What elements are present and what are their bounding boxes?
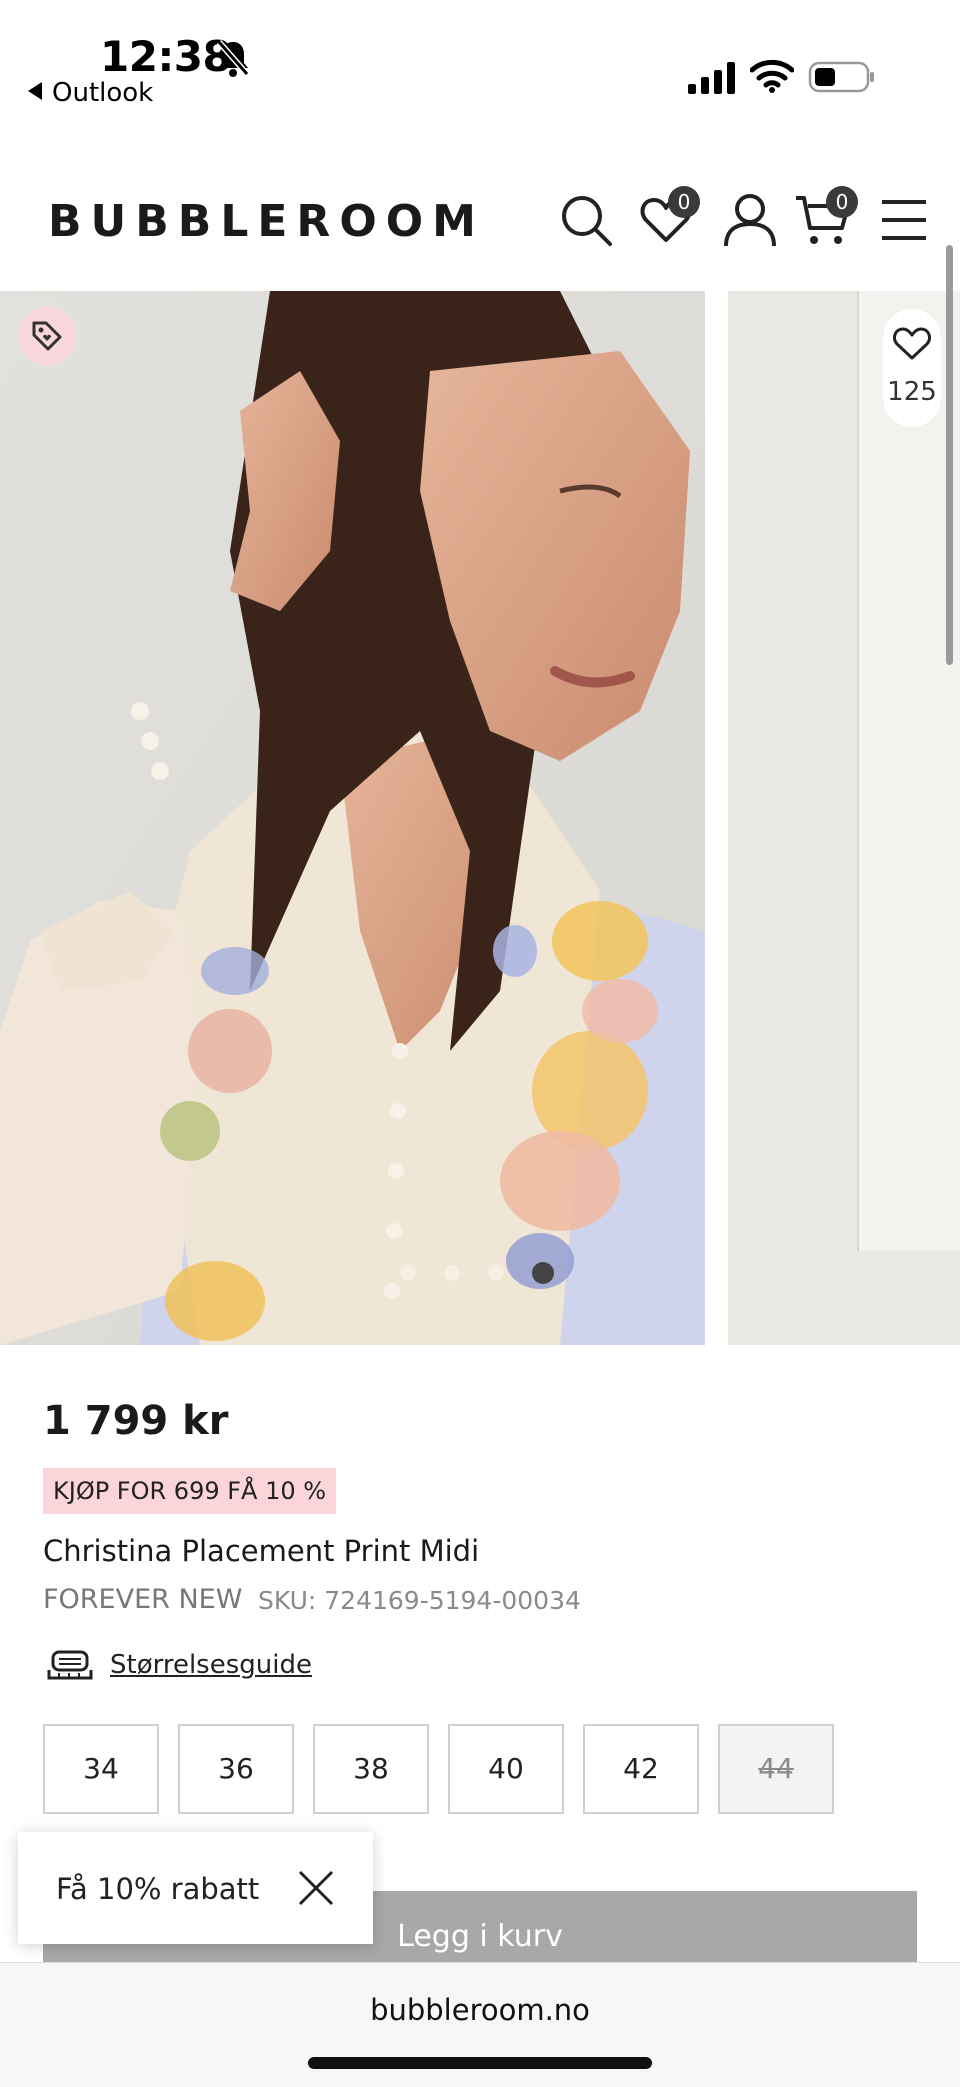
wishlist-count-badge: 0 <box>668 186 700 218</box>
wishlist-button[interactable]: 0 <box>636 186 708 254</box>
size-guide-link[interactable]: Størrelsesguide <box>110 1650 312 1680</box>
product-photo <box>0 291 705 1345</box>
pagination-dot-active[interactable] <box>532 1262 554 1284</box>
product-price: 1 799 kr <box>43 1398 229 1444</box>
size-option[interactable]: 38 <box>313 1724 429 1814</box>
cart-button[interactable]: 0 <box>792 186 864 254</box>
size-option-sold-out[interactable]: 44 <box>718 1724 834 1814</box>
back-to-app-link[interactable]: Outlook <box>28 78 153 108</box>
discount-tag-button[interactable] <box>18 307 76 365</box>
page-scrollbar[interactable] <box>946 245 953 665</box>
next-photo <box>728 291 960 1345</box>
wifi-icon <box>750 59 794 93</box>
back-app-label: Outlook <box>52 78 154 108</box>
size-option[interactable]: 34 <box>43 1724 159 1814</box>
size-option[interactable]: 40 <box>448 1724 564 1814</box>
discount-popup[interactable]: Få 10% rabatt <box>18 1832 373 1944</box>
heart-icon <box>893 327 931 360</box>
product-gallery[interactable]: 125 <box>0 291 960 1345</box>
pagination-dot[interactable] <box>444 1265 460 1281</box>
close-icon[interactable] <box>296 1868 336 1908</box>
product-image[interactable] <box>0 291 705 1345</box>
brand-logo[interactable]: BUBBLEROOM <box>48 196 485 247</box>
product-brand[interactable]: FOREVER NEW <box>43 1584 242 1615</box>
favorites-count: 125 <box>887 377 937 407</box>
url-text[interactable]: bubbleroom.no <box>0 1993 960 2027</box>
cart-count-badge: 0 <box>826 186 858 218</box>
status-time: 12:38 <box>100 32 232 81</box>
favorite-button[interactable]: 125 <box>883 309 941 427</box>
back-arrow-icon <box>28 82 42 100</box>
search-icon[interactable] <box>558 192 614 248</box>
battery-icon <box>808 61 874 93</box>
size-option[interactable]: 42 <box>583 1724 699 1814</box>
promo-badge: KJØP FOR 699 FÅ 10 % <box>43 1468 337 1514</box>
home-indicator[interactable] <box>308 2057 652 2069</box>
measuring-tape-icon <box>47 1650 93 1680</box>
tag-icon <box>32 321 62 351</box>
product-sku: SKU: 724169-5194-00034 <box>258 1586 581 1615</box>
menu-icon[interactable] <box>880 192 928 248</box>
account-icon[interactable] <box>722 192 778 248</box>
size-option[interactable]: 36 <box>178 1724 294 1814</box>
discount-popup-text[interactable]: Få 10% rabatt <box>56 1872 259 1906</box>
next-product-image[interactable]: 125 <box>728 291 960 1345</box>
signal-icon <box>688 62 735 94</box>
bell-slash-icon <box>216 40 250 77</box>
product-title: Christina Placement Print Midi <box>43 1534 480 1568</box>
pagination-dot[interactable] <box>400 1265 416 1281</box>
pagination-dot[interactable] <box>488 1265 504 1281</box>
